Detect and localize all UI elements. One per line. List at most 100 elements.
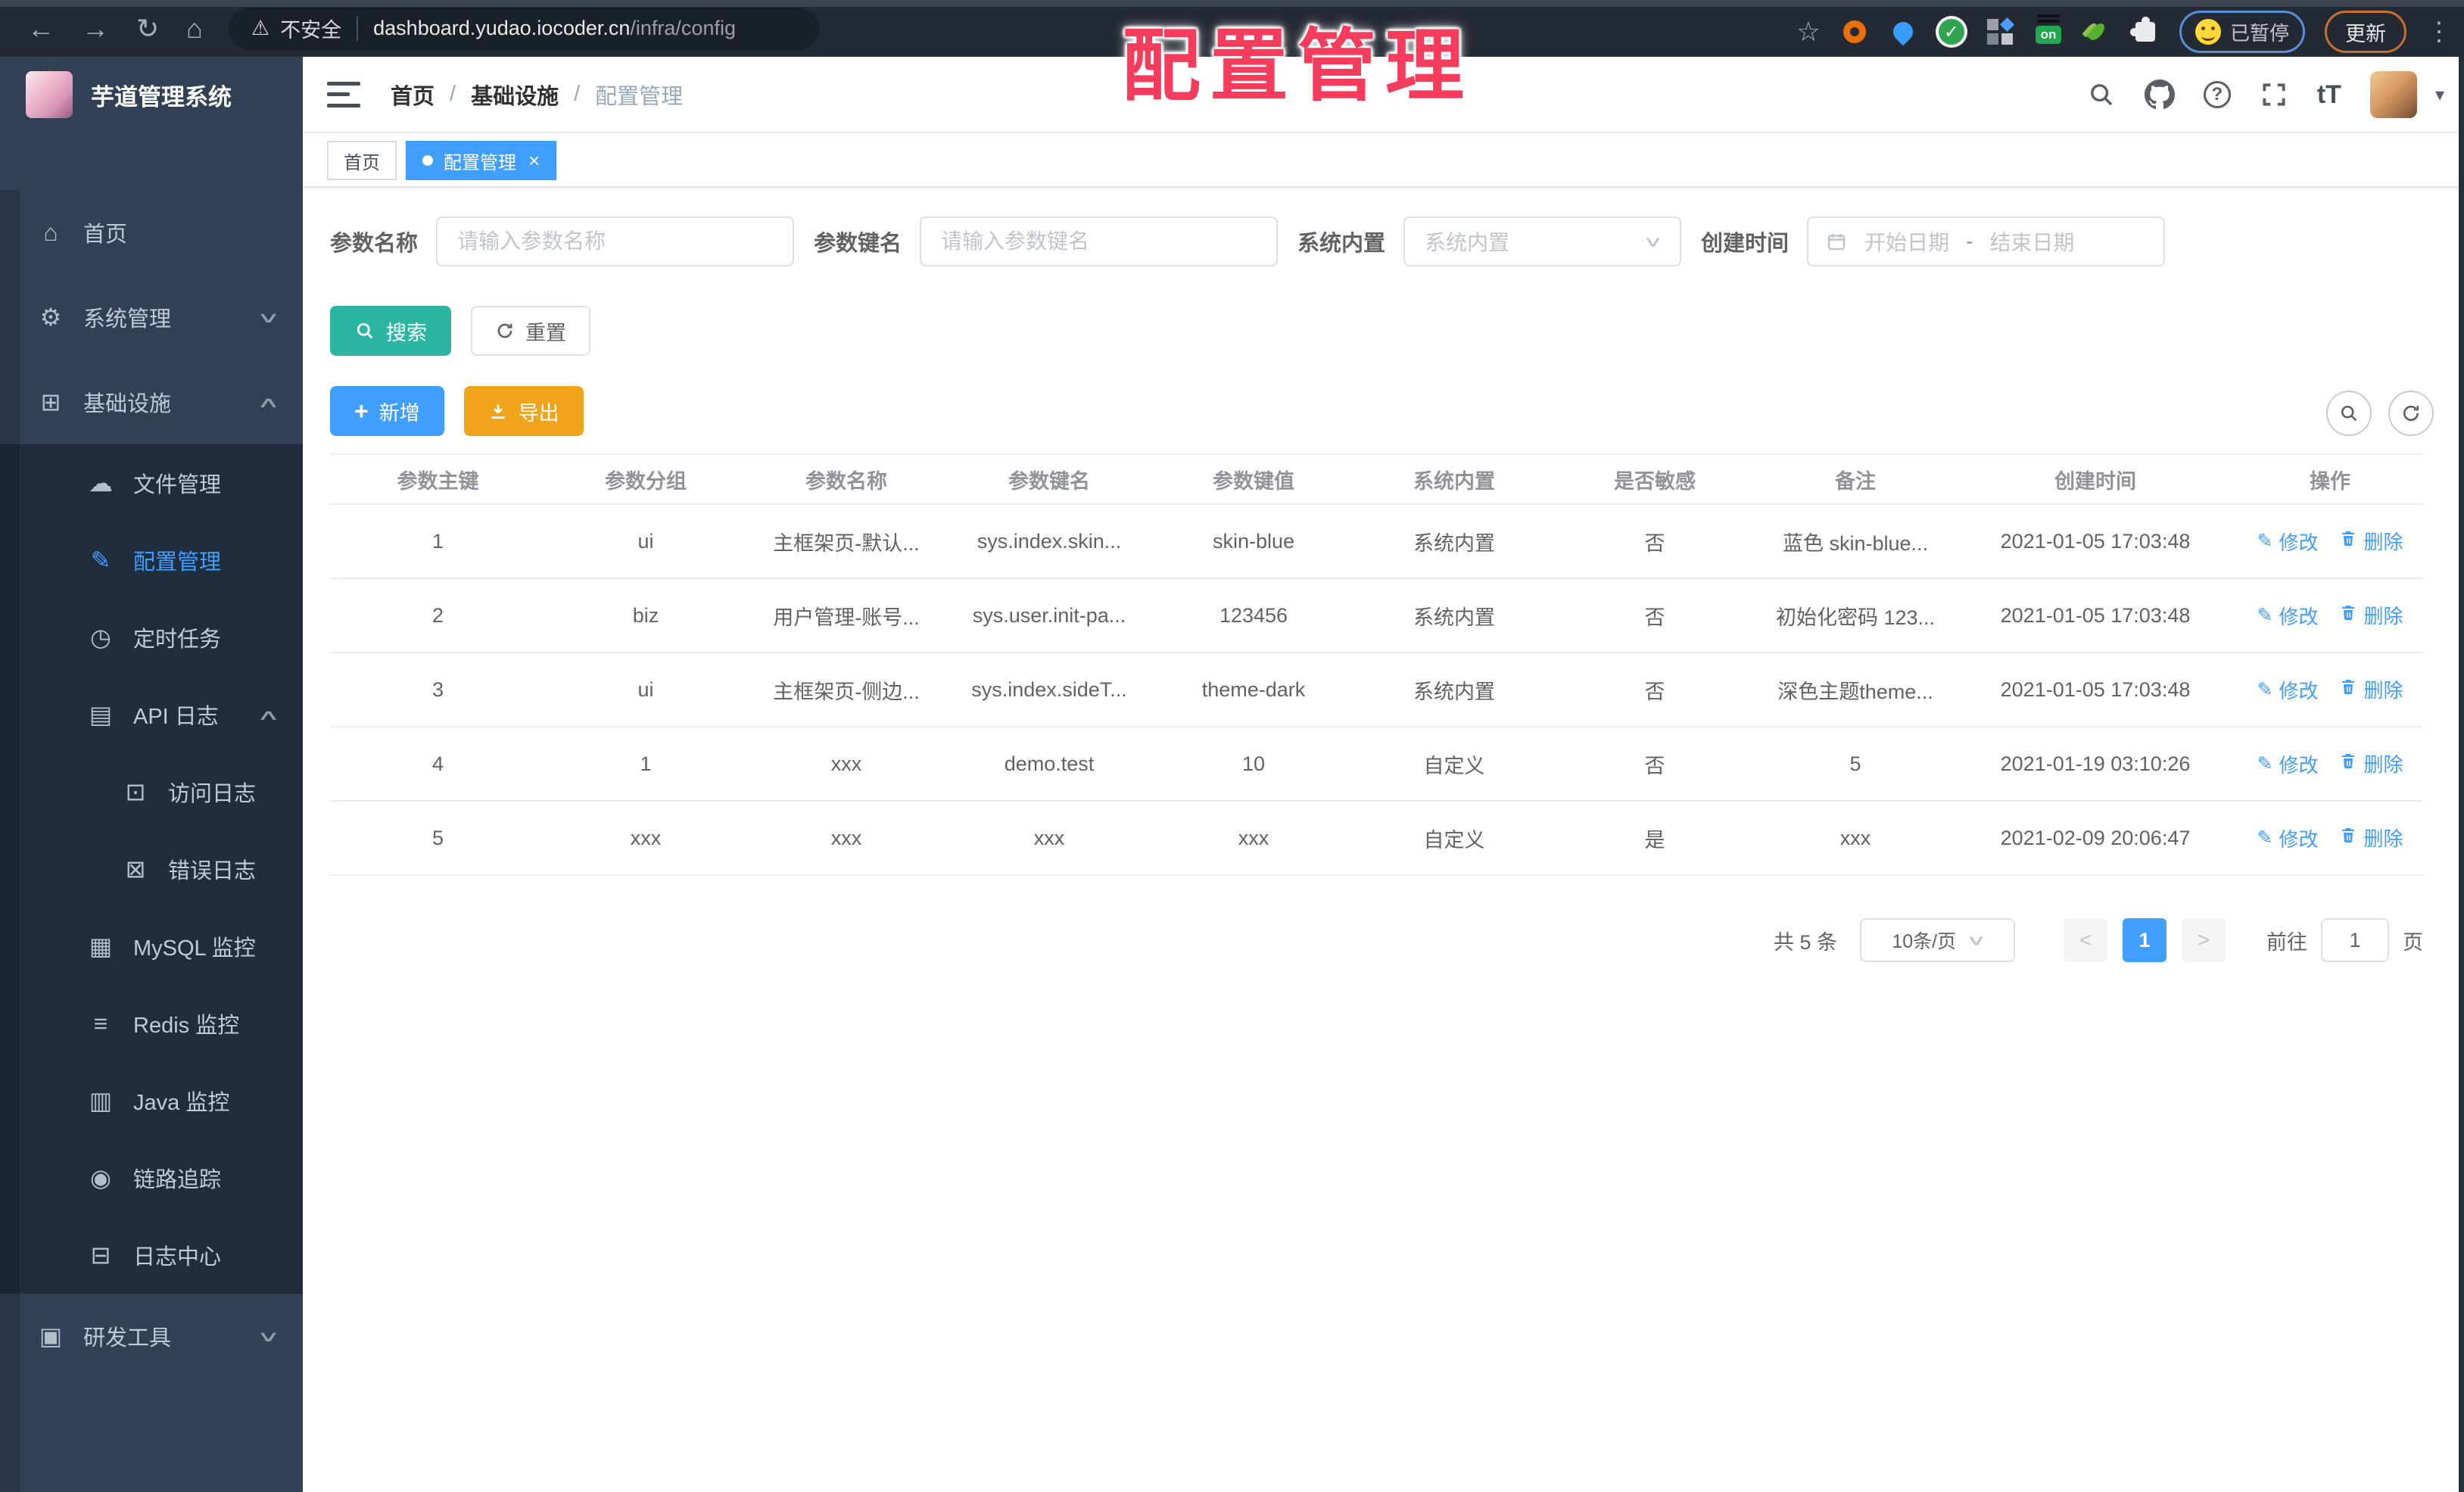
pagination-goto: 前往 页 [2266,918,2423,962]
redis-icon: ≡ [93,1009,108,1037]
search-button[interactable]: 搜索 [330,306,451,356]
table-cell: 系统内置 [1356,578,1553,653]
table-cell: 蓝色 skin-blue... [1757,504,1954,579]
main-content: 参数名称 参数键名 系统内置 系统内置 ∨ 创建时间 开始日期 - [303,188,2464,1492]
table-header-cell: 参数键名 [947,453,1151,505]
table-cell: 深色主题theme... [1757,653,1954,727]
sidebar-collapse-icon[interactable] [327,81,360,107]
hide-search-circle-button[interactable] [2326,391,2372,436]
bookmark-star-icon[interactable]: ☆ [1796,16,1821,48]
pagination: 共 5 条 10条/页 ∨ < 1 > 前往 页 [330,918,2423,962]
edit-link[interactable]: ✎ 修改 [2257,676,2319,704]
sidebar-item-label: API 日志 [133,705,219,729]
next-page-button[interactable]: > [2182,918,2226,962]
delete-link[interactable]: 删除 [2339,824,2403,852]
create-time-daterange[interactable]: 开始日期 - 结束日期 [1807,216,2166,266]
system-builtin-select[interactable]: 系统内置 ∨ [1403,216,1682,266]
search-icon[interactable] [2087,80,2116,109]
sidebar-item-label: 系统管理 [83,307,172,332]
sidebar-item-Redis 监控[interactable]: ≡ Redis 监控 [0,985,303,1062]
sidebar-item-文件管理[interactable]: ☁ 文件管理 [0,444,303,522]
trash-icon-wrap [2339,529,2357,553]
extension-orange-ring-icon[interactable] [1840,17,1869,46]
param-name-input[interactable] [436,216,795,266]
breadcrumb-item[interactable]: 基础设施 [471,79,559,111]
sidebar-item-访问日志[interactable]: ⊡ 访问日志 [0,753,303,830]
prev-page-button[interactable]: < [2064,918,2107,962]
page-size-select[interactable]: 10条/页 ∨ [1860,918,2015,962]
sidebar-item-错误日志[interactable]: ⊠ 错误日志 [0,830,303,908]
table-cell: sys.user.init-pa... [947,578,1151,653]
delete-link[interactable]: 删除 [2339,675,2403,703]
sidebar-item-链路追踪[interactable]: ◉ 链路追踪 [0,1139,303,1216]
api-log-icon: ▤ [89,701,113,728]
header-actions: ? tT ▾ [2087,57,2444,132]
extension-on-badge-icon[interactable]: on [2034,17,2063,46]
extension-sprout-icon[interactable] [2082,17,2111,46]
avatar-caret-down-icon[interactable]: ▾ [2435,84,2444,106]
add-button[interactable]: + 新增 [330,386,444,436]
sidebar-item-Java 监控[interactable]: ▥ Java 监控 [0,1062,303,1139]
page-number-1[interactable]: 1 [2123,918,2167,962]
help-icon[interactable]: ? [2203,81,2231,108]
table-cell: 系统内置 [1356,504,1553,579]
tab-配置管理[interactable]: 配置管理 × [406,141,557,180]
sidebar-item-API 日志[interactable]: ▤ API 日志 ∧ [0,676,303,753]
extension-green-check-icon[interactable]: ✓ [1937,17,1966,46]
tab-首页[interactable]: 首页 [327,141,397,180]
back-icon[interactable]: ← [27,14,55,42]
sidebar-item-配置管理[interactable]: ✎ 配置管理 [0,522,303,599]
extension-grid-icon[interactable] [1986,17,2015,46]
edit-link[interactable]: ✎ 修改 [2257,528,2319,556]
edit-pencil-icon: ✎ [2257,531,2273,553]
sidebar-item-MySQL 监控[interactable]: ▦ MySQL 监控 [0,908,303,985]
delete-link[interactable]: 删除 [2339,527,2403,555]
on-badge-bars [2036,19,2060,23]
paused-badge[interactable]: 已暂停 [2179,11,2305,53]
user-avatar[interactable] [2369,71,2417,118]
extension-map-pin-icon[interactable] [1889,17,1917,46]
filter-create-time: 创建时间 开始日期 - 结束日期 [1701,216,2166,266]
edit-link[interactable]: ✎ 修改 [2257,602,2319,630]
sidebar-item-日志中心[interactable]: ⊟ 日志中心 [0,1216,303,1294]
address-bar[interactable]: ⚠ 不安全 dashboard.yudao.iocoder.cn /infra/… [228,7,819,50]
sidebar-item-首页[interactable]: ⌂ 首页 [0,190,303,275]
param-key-input[interactable] [920,216,1279,266]
edit-link[interactable]: ✎ 修改 [2257,750,2319,778]
github-icon[interactable] [2144,79,2175,110]
browser-home-icon[interactable]: ⌂ [186,14,203,42]
reset-button[interactable]: 重置 [471,306,590,356]
reload-icon[interactable]: ↻ [136,14,159,42]
sidebar-item-label: MySQL 监控 [133,936,256,961]
forward-icon[interactable]: → [82,14,109,42]
filter-system-builtin: 系统内置 系统内置 ∨ [1297,216,1682,266]
refresh-icon [497,323,512,338]
sidebar-item-研发工具[interactable]: ▣ 研发工具 ∨ [0,1294,303,1378]
end-date-placeholder: 结束日期 [1989,231,2075,254]
table-cell-actions: ✎ 修改 删除 [2237,504,2423,579]
browser-menu-kebab-icon[interactable]: ⋮ [2426,17,2452,47]
export-button[interactable]: 导出 [463,386,584,436]
sidebar-logo[interactable]: 芋道管理系统 [0,57,303,132]
delete-link[interactable]: 删除 [2339,601,2403,629]
page-unit-label: 页 [2403,930,2423,954]
goto-page-input[interactable] [2321,918,2389,962]
table-row: 5 xxx xxx xxx xxx 自定义是 xxx 2021-02-09 20:06:47 ✎… [330,801,2423,876]
daterange-separator: - [1966,229,1973,253]
extension-puzzle-icon[interactable] [2129,17,2160,46]
sidebar-scrollbar[interactable] [0,190,20,1492]
fullscreen-icon[interactable] [2260,80,2288,109]
font-size-icon[interactable]: tT [2317,80,2341,110]
browser-update-button[interactable]: 更新 [2325,11,2406,53]
tab-close-icon[interactable]: × [528,151,540,170]
edit-link[interactable]: ✎ 修改 [2257,824,2319,852]
refresh-circle-button[interactable] [2388,391,2434,436]
edit-pencil-icon: ✎ [2257,753,2273,775]
breadcrumb-item[interactable]: 首页 [391,79,435,111]
file-manage-icon: ☁ [89,469,113,497]
table-cell-actions: ✎ 修改 删除 [2237,578,2423,653]
sidebar-item-基础设施[interactable]: ⊞ 基础设施 ∧ [0,360,303,444]
sidebar-item-系统管理[interactable]: ⚙ 系统管理 ∨ [0,275,303,360]
delete-link[interactable]: 删除 [2339,749,2403,777]
sidebar-item-定时任务[interactable]: ◷ 定时任务 [0,599,303,676]
